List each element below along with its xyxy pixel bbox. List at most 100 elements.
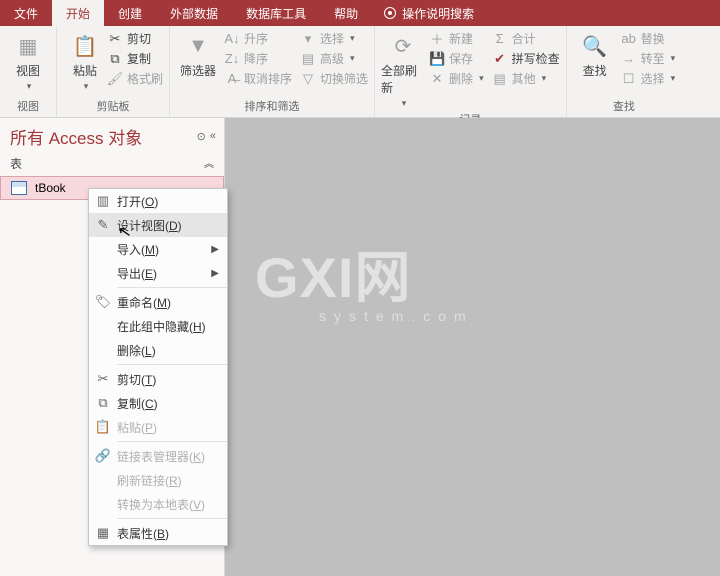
nav-title-bar[interactable]: 所有 Access 对象 ⊙« bbox=[0, 118, 224, 153]
nav-title-controls[interactable]: ⊙« bbox=[197, 130, 216, 143]
paste-button[interactable]: 📋 粘贴 ▾ bbox=[63, 28, 107, 92]
nav-item-label: tBook bbox=[35, 181, 66, 195]
context-menu: ▥打开(O)✎设计视图(D)导入(M)▶导出(E)▶🏷重命名(M)在此组中隐藏(… bbox=[88, 188, 228, 546]
fmt-label: 格式刷 bbox=[127, 70, 163, 87]
section-collapse-icon: ︽ bbox=[204, 155, 214, 172]
sort-asc-icon: A↓ bbox=[224, 31, 240, 47]
cut-label: 剪切 bbox=[127, 30, 151, 47]
more-records-button[interactable]: ▤其他▾ bbox=[492, 70, 560, 87]
ctx-item[interactable]: 在此组中隐藏(H) bbox=[89, 314, 227, 338]
goto-icon: → bbox=[621, 51, 637, 67]
ctx-item-label: 复制(C) bbox=[117, 395, 219, 412]
tab-help[interactable]: 帮助 bbox=[320, 0, 372, 26]
copy-icon: ⧉ bbox=[89, 395, 117, 411]
copy-label: 复制 bbox=[127, 50, 151, 67]
selection-filter-button[interactable]: ▾选择▾ bbox=[300, 30, 368, 47]
tab-external-data[interactable]: 外部数据 bbox=[156, 0, 232, 26]
refresh-all-button[interactable]: ⟳ 全部刷新 ▾ bbox=[381, 28, 425, 109]
funnel-icon: ▼ bbox=[184, 32, 212, 60]
ctx-item-label: 导入(M) bbox=[117, 241, 211, 258]
goto-label: 转至 bbox=[641, 50, 665, 67]
chevron-down-icon: ▾ bbox=[84, 81, 89, 92]
spelling-button[interactable]: ✔拼写检查 bbox=[492, 50, 560, 67]
tell-me-search[interactable]: 操作说明搜索 bbox=[372, 0, 486, 26]
group-clipboard-label: 剪贴板 bbox=[63, 96, 163, 117]
ctx-item[interactable]: ⧉复制(C) bbox=[89, 391, 227, 415]
group-clipboard: 📋 粘贴 ▾ ✂剪切 ⧉复制 🖌格式刷 剪贴板 bbox=[57, 26, 170, 117]
ctx-item: 📋粘贴(P) bbox=[89, 415, 227, 439]
toggle-filter-button[interactable]: ▽切换筛选 bbox=[300, 70, 368, 87]
ctx-item-label: 表属性(B) bbox=[117, 525, 219, 542]
filter-button[interactable]: ▼ 筛选器 bbox=[176, 28, 220, 79]
tab-file[interactable]: 文件 bbox=[0, 0, 52, 26]
ctx-item-label: 剪切(T) bbox=[117, 371, 219, 388]
sort-desc-button[interactable]: Z↓降序 bbox=[224, 50, 292, 67]
select-button[interactable]: ☐选择▾ bbox=[621, 70, 676, 87]
copy-button[interactable]: ⧉复制 bbox=[107, 50, 163, 67]
group-view-label: 视图 bbox=[6, 96, 50, 117]
ctx-item-label: 粘贴(P) bbox=[117, 419, 219, 436]
ctx-item[interactable]: ▦表属性(B) bbox=[89, 521, 227, 545]
filter-label: 筛选器 bbox=[180, 62, 216, 79]
view-button[interactable]: ▦ 视图 ▾ bbox=[6, 28, 50, 92]
save-label: 保存 bbox=[449, 50, 473, 67]
toggle-filter-icon: ▽ bbox=[300, 71, 316, 87]
new-label: 新建 bbox=[449, 30, 473, 47]
goto-button[interactable]: →转至▾ bbox=[621, 50, 676, 67]
select-label: 选择 bbox=[641, 70, 665, 87]
format-painter-button[interactable]: 🖌格式刷 bbox=[107, 70, 163, 87]
ribbon: ▦ 视图 ▾ 视图 📋 粘贴 ▾ ✂剪切 ⧉复制 🖌格式刷 剪贴板 ▼ bbox=[0, 26, 720, 118]
nav-section-label: 表 bbox=[10, 155, 22, 172]
refresh-label: 全部刷新 bbox=[381, 62, 425, 96]
tab-create[interactable]: 创建 bbox=[104, 0, 156, 26]
find-label: 查找 bbox=[583, 62, 607, 79]
watermark-big: GXI网 bbox=[255, 246, 411, 309]
ctx-item[interactable]: 导入(M)▶ bbox=[89, 237, 227, 261]
ctx-item[interactable]: ✂剪切(T) bbox=[89, 367, 227, 391]
chevron-down-icon: ▾ bbox=[350, 33, 355, 44]
totals-button[interactable]: Σ合计 bbox=[492, 30, 560, 47]
nav-section-tables[interactable]: 表 ︽ bbox=[0, 153, 224, 176]
advanced-filter-button[interactable]: ▤高级▾ bbox=[300, 50, 368, 67]
chevron-down-icon: ▾ bbox=[350, 53, 355, 64]
replace-button[interactable]: ab替换 bbox=[621, 30, 676, 47]
save-record-button[interactable]: 💾保存 bbox=[429, 50, 484, 67]
copy-icon: ⧉ bbox=[107, 51, 123, 67]
toggle-label: 切换筛选 bbox=[320, 70, 368, 87]
tab-home[interactable]: 开始 bbox=[52, 0, 104, 26]
design-icon: ✎ bbox=[89, 217, 117, 233]
collapse-icon: « bbox=[210, 130, 216, 143]
sigma-icon: Σ bbox=[492, 31, 508, 47]
chevron-down-icon: ▾ bbox=[479, 73, 484, 84]
clear-sort-button[interactable]: A̶取消排序 bbox=[224, 70, 292, 87]
ctx-item[interactable]: 删除(L) bbox=[89, 338, 227, 362]
save-icon: 💾 bbox=[429, 51, 445, 67]
clear-sort-icon: A̶ bbox=[224, 71, 240, 87]
delete-record-button[interactable]: ✕删除▾ bbox=[429, 70, 484, 87]
ctx-item[interactable]: 🏷重命名(M) bbox=[89, 290, 227, 314]
nav-title-text: 所有 Access 对象 bbox=[10, 124, 142, 149]
new-record-button[interactable]: ＋新建 bbox=[429, 30, 484, 47]
desc-label: 降序 bbox=[244, 50, 268, 67]
ctx-item-label: 删除(L) bbox=[117, 342, 219, 359]
ctx-item-label: 在此组中隐藏(H) bbox=[117, 318, 219, 335]
cut-button[interactable]: ✂剪切 bbox=[107, 30, 163, 47]
clipboard-icon: 📋 bbox=[71, 32, 99, 60]
ctx-item-label: 打开(O) bbox=[117, 193, 219, 210]
ctx-item[interactable]: ✎设计视图(D) bbox=[89, 213, 227, 237]
ctx-item-label: 重命名(M) bbox=[117, 294, 219, 311]
bulb-icon bbox=[384, 7, 396, 19]
sort-asc-button[interactable]: A↓升序 bbox=[224, 30, 292, 47]
ctx-item[interactable]: 导出(E)▶ bbox=[89, 261, 227, 285]
replace-icon: ab bbox=[621, 31, 637, 47]
ctx-item-label: 刷新链接(R) bbox=[117, 472, 219, 489]
find-button[interactable]: 🔍 查找 bbox=[573, 28, 617, 79]
submenu-arrow-icon: ▶ bbox=[211, 244, 219, 255]
funnel-small-icon: ▾ bbox=[300, 31, 316, 47]
tab-db-tools[interactable]: 数据库工具 bbox=[232, 0, 320, 26]
props-icon: ▦ bbox=[89, 525, 117, 541]
spell-label: 拼写检查 bbox=[512, 50, 560, 67]
ctx-item[interactable]: ▥打开(O) bbox=[89, 189, 227, 213]
link-icon: 🔗 bbox=[89, 448, 117, 464]
group-find-label: 查找 bbox=[573, 96, 676, 117]
